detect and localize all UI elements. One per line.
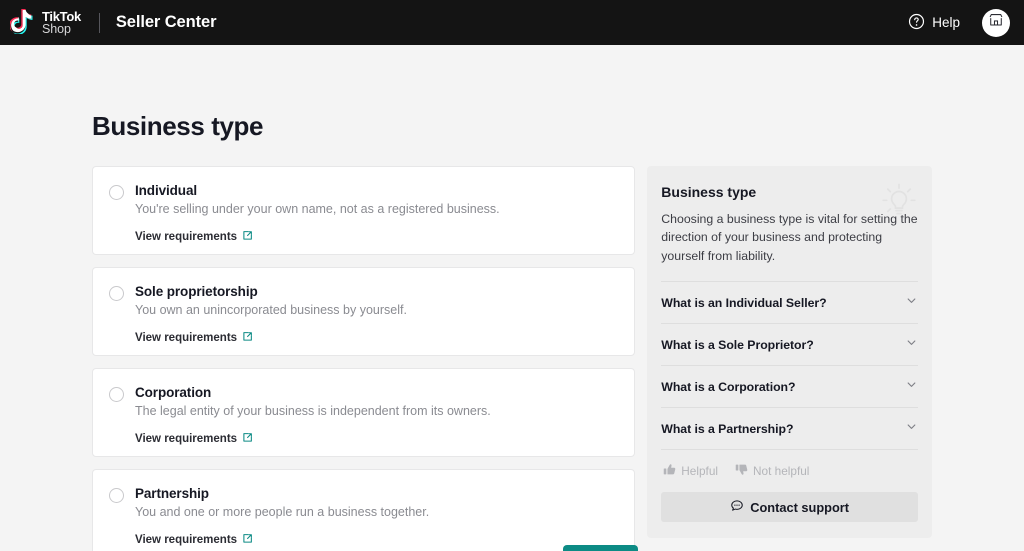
help-side-panel: Business type Choosing a business type i… (647, 166, 932, 539)
faq-item-partnership[interactable]: What is a Partnership? (661, 408, 918, 451)
faq-item-individual-seller[interactable]: What is an Individual Seller? (661, 282, 918, 325)
panel-title: Business type (661, 184, 757, 200)
faq-question: What is a Partnership? (661, 421, 794, 436)
faq-question: What is a Corporation? (661, 379, 796, 394)
faq-question: What is a Sole Proprietor? (661, 337, 814, 352)
view-requirements-label: View requirements (135, 230, 238, 243)
thumbs-down-icon (735, 463, 748, 479)
option-title: Sole proprietorship (135, 284, 258, 299)
tiktok-shop-logo[interactable]: TikTok Shop (9, 6, 81, 39)
next-button[interactable]: Next (563, 545, 638, 551)
external-link-icon (242, 331, 253, 345)
storefront-icon (988, 12, 1004, 33)
brand-name-line1: TikTok (42, 8, 81, 24)
chevron-down-icon (905, 420, 918, 438)
thumbs-up-icon (663, 463, 676, 479)
radio-individual[interactable] (109, 185, 124, 200)
page-title: Business type (92, 111, 264, 141)
external-link-icon (242, 432, 253, 446)
chevron-down-icon (905, 378, 918, 396)
content-area: Individual You're selling under your own… (92, 166, 932, 551)
top-navigation-bar: TikTok Shop Seller Center Help (0, 0, 1024, 45)
helpful-button[interactable]: Helpful (663, 463, 718, 479)
option-card-corporation[interactable]: Corporation The legal entity of your bus… (92, 368, 636, 457)
tiktok-note-icon (9, 6, 36, 39)
radio-corporation[interactable] (109, 387, 124, 402)
contact-support-button[interactable]: Contact support (661, 492, 918, 523)
option-description: You're selling under your own name, not … (135, 202, 500, 216)
radio-sole-proprietorship[interactable] (109, 286, 124, 301)
not-helpful-label: Not helpful (753, 464, 810, 479)
view-requirements-link[interactable]: View requirements (135, 331, 253, 345)
faq-item-corporation[interactable]: What is a Corporation? (661, 366, 918, 409)
faq-accordion-list: What is an Individual Seller? What is a … (661, 281, 918, 451)
option-description: You and one or more people run a busines… (135, 505, 430, 519)
shop-switcher-button[interactable] (982, 8, 1010, 37)
header-divider (98, 12, 100, 33)
option-card-sole-proprietorship[interactable]: Sole proprietorship You own an unincorpo… (92, 267, 636, 356)
option-card-partnership[interactable]: Partnership You and one or more people r… (92, 469, 636, 551)
option-card-individual[interactable]: Individual You're selling under your own… (92, 166, 636, 255)
header-actions: Help (908, 8, 1010, 37)
external-link-icon (242, 230, 253, 244)
help-button[interactable]: Help (908, 13, 960, 33)
option-title: Corporation (135, 385, 212, 400)
view-requirements-label: View requirements (135, 432, 238, 445)
page-body: Business type Individual You're selling … (0, 45, 1024, 551)
option-title: Partnership (135, 486, 209, 501)
business-type-options: Individual You're selling under your own… (92, 166, 636, 551)
option-description: You own an unincorporated business by yo… (135, 303, 407, 317)
option-title: Individual (135, 183, 198, 198)
question-circle-icon (908, 13, 925, 33)
panel-description: Choosing a business type is vital for se… (661, 212, 918, 263)
feedback-row: Helpful Not helpful (661, 450, 918, 492)
option-description: The legal entity of your business is ind… (135, 404, 491, 418)
not-helpful-button[interactable]: Not helpful (735, 463, 809, 479)
faq-item-sole-proprietor[interactable]: What is a Sole Proprietor? (661, 324, 918, 367)
brand-name-line2: Shop (42, 21, 71, 36)
helpful-label: Helpful (681, 464, 719, 479)
view-requirements-link[interactable]: View requirements (135, 230, 253, 244)
view-requirements-label: View requirements (135, 331, 238, 344)
footer-actions: Next (92, 545, 638, 551)
chevron-down-icon (905, 336, 918, 354)
chat-bubble-icon (730, 499, 744, 516)
product-title: Seller Center (115, 13, 217, 31)
view-requirements-link[interactable]: View requirements (135, 432, 253, 446)
chevron-down-icon (905, 294, 918, 312)
contact-support-label: Contact support (750, 499, 850, 515)
faq-question: What is an Individual Seller? (661, 295, 827, 310)
radio-partnership[interactable] (109, 488, 124, 503)
help-label: Help (932, 15, 960, 30)
